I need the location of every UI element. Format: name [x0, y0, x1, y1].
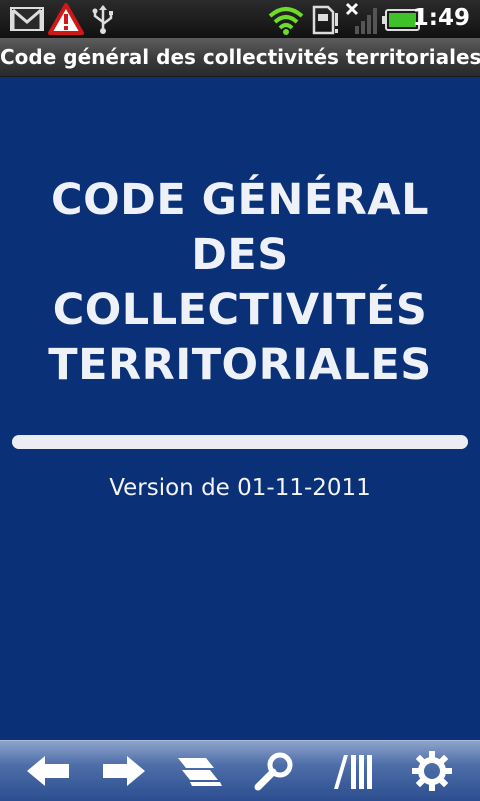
- status-bar: 1:49: [0, 0, 480, 38]
- settings-button[interactable]: [392, 741, 472, 801]
- table-of-contents-button[interactable]: [160, 741, 240, 801]
- library-icon: [332, 751, 376, 791]
- loading-progress-fill: [12, 435, 468, 449]
- back-arrow-icon: [25, 754, 71, 788]
- version-label: Version de 01-11-2011: [109, 475, 371, 501]
- library-button[interactable]: [314, 741, 394, 801]
- clock: 1:49: [412, 5, 470, 31]
- loading-progress-bar: [12, 435, 468, 449]
- back-button[interactable]: [8, 741, 88, 801]
- book-title: CODE GÉNÉRAL DES COLLECTIVITÉS TERRITORI…: [0, 173, 480, 393]
- search-button[interactable]: [234, 741, 314, 801]
- book-title-line: TERRITORIALES: [48, 340, 432, 390]
- bottom-toolbar: [0, 740, 480, 801]
- sim-card-icon: [311, 5, 339, 35]
- app-title-bar: Code général des collectivités territori…: [0, 38, 480, 77]
- settings-gear-icon: [411, 750, 453, 792]
- cover-page: CODE GÉNÉRAL DES COLLECTIVITÉS TERRITORI…: [0, 77, 480, 740]
- search-icon: [252, 751, 296, 791]
- usb-icon: [90, 4, 116, 34]
- forward-arrow-icon: [101, 754, 147, 788]
- signal-icon: [345, 2, 379, 36]
- forward-button[interactable]: [84, 741, 164, 801]
- warning-icon: [48, 3, 84, 35]
- gmail-icon: [10, 7, 44, 31]
- wifi-icon: [268, 5, 304, 35]
- app-title: Code général des collectivités territori…: [0, 45, 480, 69]
- book-title-line: COLLECTIVITÉS: [52, 285, 428, 335]
- book-title-line: CODE GÉNÉRAL DES: [51, 175, 429, 280]
- table-of-contents-icon: [176, 754, 224, 788]
